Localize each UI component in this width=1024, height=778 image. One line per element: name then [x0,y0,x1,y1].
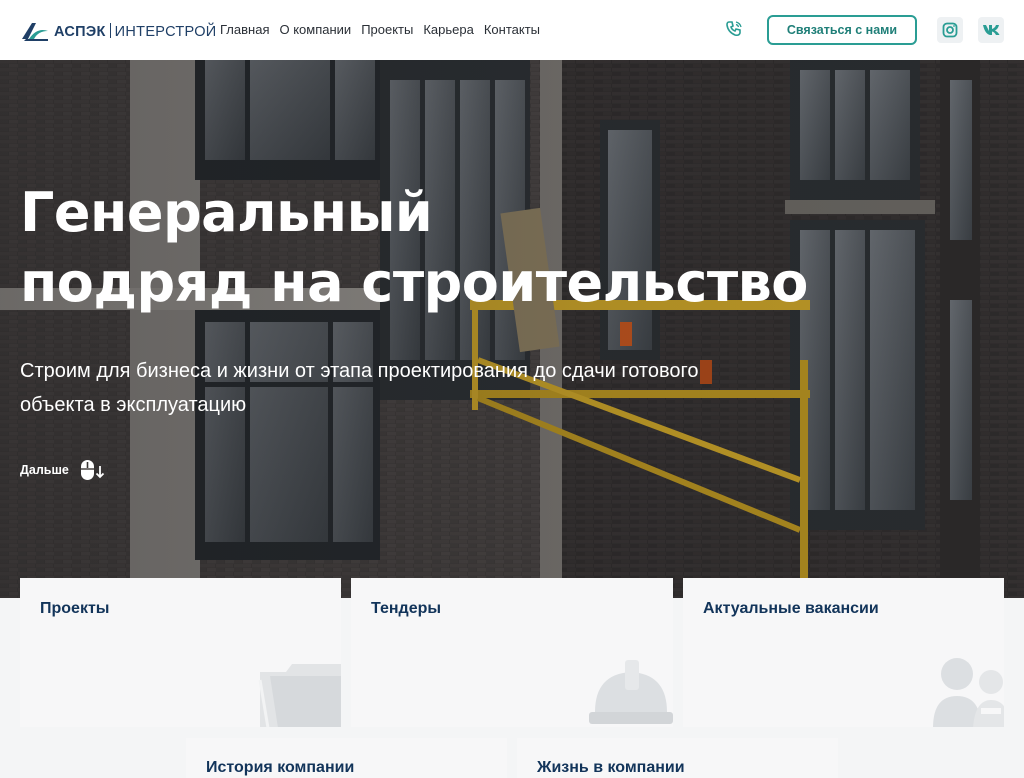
hardhat-icon [589,660,673,724]
hero-subtitle-line1: Строим для бизнеса и жизни от этапа прое… [20,360,699,382]
hero-title: Генеральный подряд на строительство [20,178,900,318]
folder-icon [258,664,341,727]
nav-item-career[interactable]: Карьера [423,21,474,39]
card-projects[interactable]: Проекты [20,578,341,727]
card-history-title: История компании [206,759,355,776]
card-vacancies[interactable]: Актуальные вакансии [683,578,1004,727]
hero-section: Генеральный подряд на строительство Стро… [0,60,1024,598]
instagram-icon[interactable] [937,17,963,43]
mouse-scroll-icon [80,460,104,480]
hero-title-line2: подряд на строительство [20,251,808,314]
hero-overlay [0,60,1024,598]
hero-subtitle-line2: объекта в эксплуатацию [20,394,247,416]
card-tenders-title: Тендеры [371,600,442,617]
card-history[interactable]: История компании [186,738,507,778]
card-life-title: Жизнь в компании [537,759,685,776]
company-logo[interactable]: АСПЭК ИНТЕРСТРОЙ [20,18,217,44]
card-tenders[interactable]: Тендеры [351,578,673,727]
scroll-more-label: Дальше [20,463,69,477]
logo-mark-icon [22,23,48,41]
scroll-more-button[interactable]: Дальше [20,458,105,482]
nav-item-about[interactable]: О компании [279,21,351,39]
card-life[interactable]: Жизнь в компании [517,738,838,778]
hero-title-line1: Генеральный [20,181,433,244]
logo-separator [109,22,111,38]
phone-icon[interactable] [722,17,746,41]
main-nav: Главная О компании Проекты Карьера Конта… [220,21,550,39]
card-projects-title: Проекты [40,600,110,617]
people-icon [933,658,1004,727]
site-header: АСПЭК ИНТЕРСТРОЙ Главная О компании Проек… [0,0,1024,60]
hero-subtitle: Строим для бизнеса и жизни от этапа прое… [20,354,820,422]
nav-item-home[interactable]: Главная [220,21,269,39]
logo-brand-text: АСПЭК [54,23,106,40]
nav-item-projects[interactable]: Проекты [361,21,413,39]
card-vacancies-title: Актуальные вакансии [703,600,879,617]
nav-item-contacts[interactable]: Контакты [484,21,540,39]
logo-sub-text: ИНТЕРСТРОЙ [114,23,217,40]
vk-icon[interactable] [978,17,1004,43]
contact-us-button[interactable]: Связаться с нами [767,15,917,45]
